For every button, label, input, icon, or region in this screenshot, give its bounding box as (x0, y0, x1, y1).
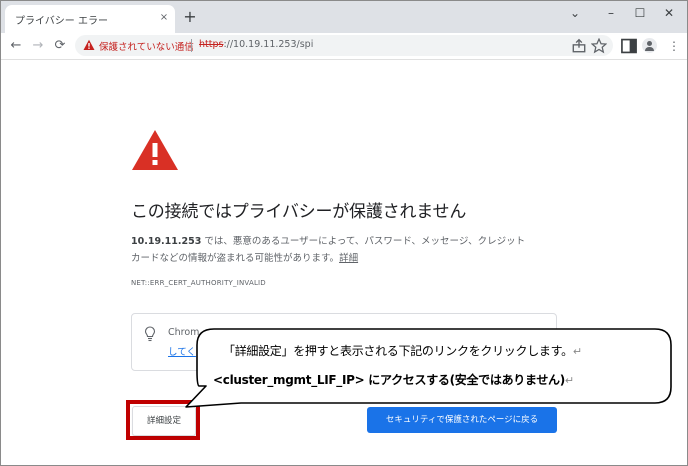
info-link[interactable]: してく (168, 344, 196, 358)
menu-icon[interactable]: ⋮ (665, 37, 683, 55)
avatar[interactable] (642, 38, 657, 53)
address-bar[interactable]: 保護されていない通信 https://10.19.11.253/spi (75, 35, 613, 56)
url-scheme: https (199, 39, 224, 50)
star-icon[interactable] (591, 38, 607, 54)
side-panel-icon[interactable] (620, 37, 638, 55)
advanced-button[interactable]: 詳細設定 (132, 406, 196, 436)
host-address: 10.19.11.253 (131, 236, 202, 247)
minimize-button[interactable]: – (599, 4, 623, 22)
not-secure-label[interactable]: 保護されていない通信 (99, 39, 194, 53)
share-icon[interactable] (571, 38, 587, 54)
omnibox-divider (191, 39, 192, 52)
tab-close-icon[interactable]: × (157, 11, 171, 25)
desc-line2: カードなどの情報が盗まれる可能性があります。 (131, 253, 340, 264)
callout-link-label: にアクセスする(安全ではありません) (364, 373, 565, 387)
browser-window: プライバシー エラー × + ⌄ – ☐ ✕ ← → ⟳ 保護されていない通信 … (0, 0, 688, 466)
toolbar: ← → ⟳ 保護されていない通信 https://10.19.11.253/sp… (1, 33, 687, 60)
close-window-button[interactable]: ✕ (657, 4, 681, 22)
new-tab-button[interactable]: + (181, 8, 199, 26)
return-mark: ↵ (572, 345, 582, 358)
error-triangle-icon (132, 130, 178, 170)
callout-link-target: <cluster_mgmt_LIF_IP> (213, 373, 365, 387)
tab-title: プライバシー エラー (15, 16, 108, 27)
forward-button[interactable]: → (29, 36, 47, 56)
page-title: この接続ではプライバシーが保護されません (131, 202, 467, 222)
back-button[interactable]: ← (7, 36, 25, 56)
info-text: Chrom (168, 327, 200, 338)
url-text[interactable]: https://10.19.11.253/spi (199, 39, 313, 50)
tab-search-chevron-icon[interactable]: ⌄ (563, 4, 587, 22)
callout-text-line1: 「詳細設定」を押すと表示される下記のリンクをクリックします。↵ (223, 342, 582, 359)
details-link[interactable]: 詳細 (339, 253, 358, 264)
maximize-button[interactable]: ☐ (628, 4, 652, 22)
callout-instruction: 「詳細設定」を押すと表示される下記のリンクをクリックします。 (223, 344, 573, 358)
return-mark: ↵ (564, 374, 574, 387)
tab-strip: プライバシー エラー × + ⌄ – ☐ ✕ (1, 1, 687, 33)
tab-privacy-error[interactable]: プライバシー エラー × (5, 5, 175, 33)
callout-text-line2: <cluster_mgmt_LIF_IP> にアクセスする(安全ではありません)… (213, 371, 574, 388)
error-code: NET::ERR_CERT_AUTHORITY_INVALID (131, 279, 266, 287)
reload-button[interactable]: ⟳ (51, 36, 69, 56)
error-description: 10.19.11.253 では、悪意のあるユーザーによって、パスワード、メッセー… (131, 233, 571, 267)
desc-line1: では、悪意のあるユーザーによって、パスワード、メッセージ、クレジット (201, 236, 526, 247)
lightbulb-icon (144, 326, 156, 342)
warning-icon[interactable] (83, 39, 95, 51)
back-to-safety-button[interactable]: セキュリティで保護されたページに戻る (367, 407, 557, 433)
url-path: ://10.19.11.253/spi (223, 39, 314, 50)
